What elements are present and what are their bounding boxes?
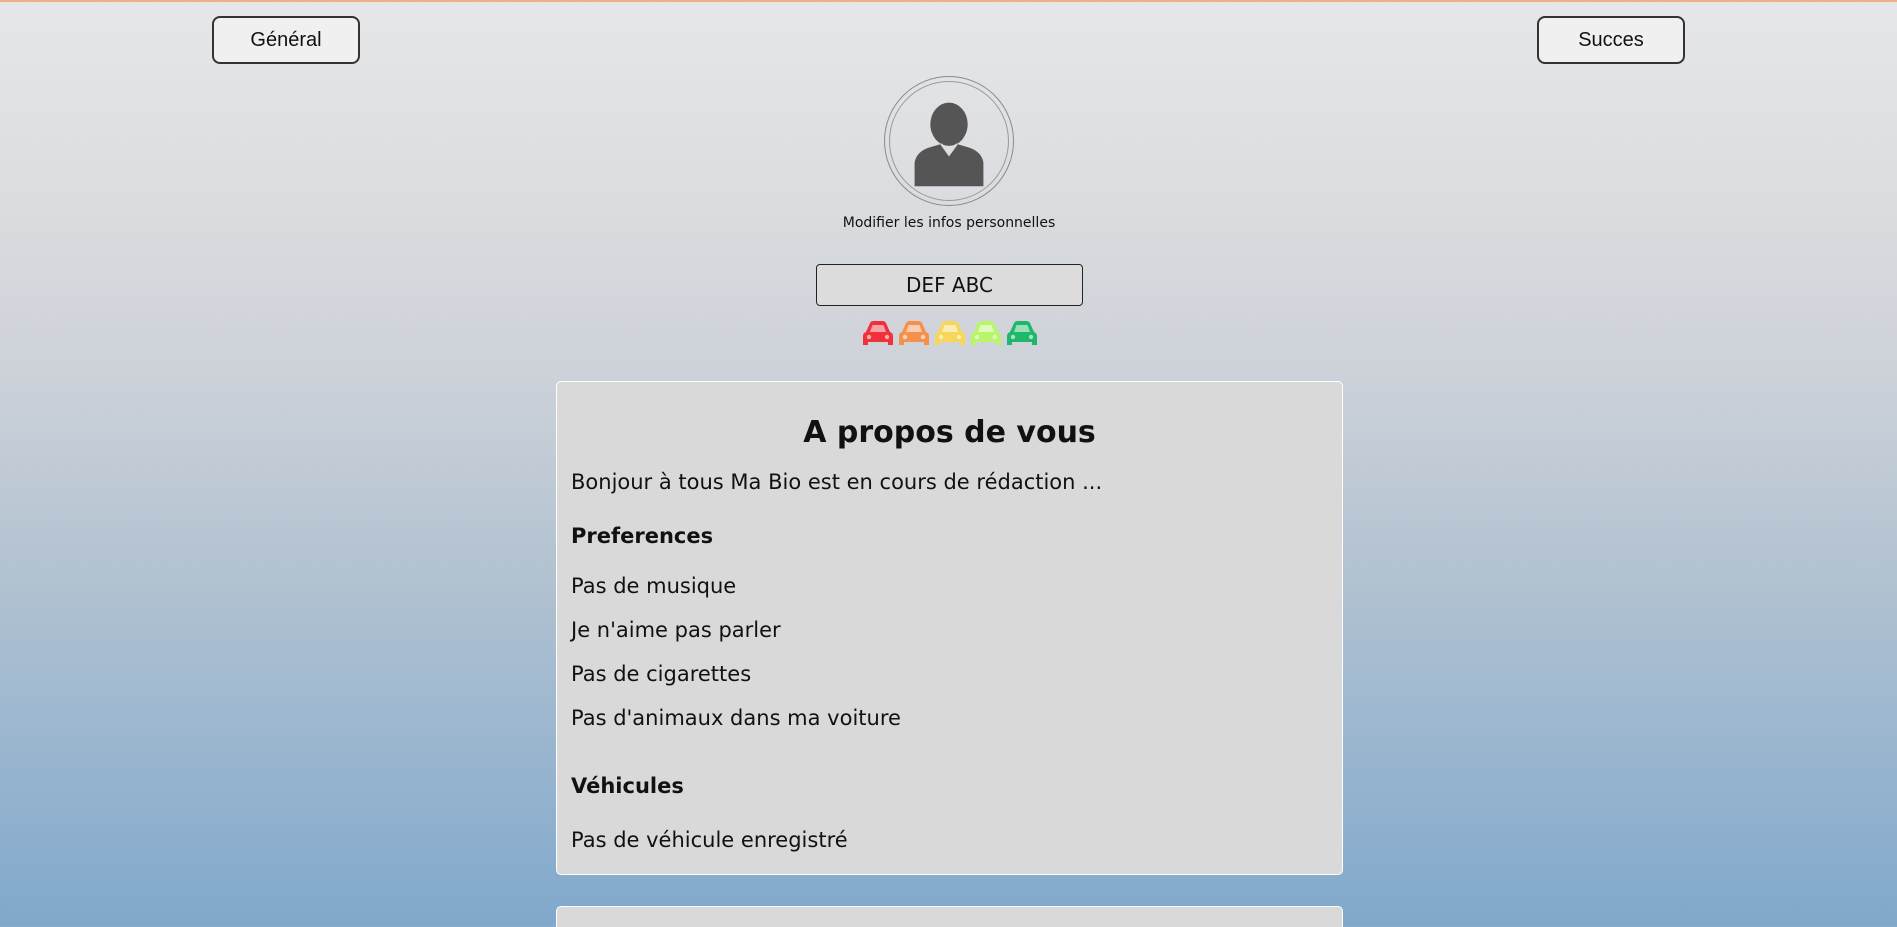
preferences-list: Pas de musique Je n'aime pas parler Pas … — [571, 574, 1328, 750]
car-icon — [899, 321, 929, 345]
avatar[interactable] — [884, 76, 1014, 206]
user-name: DEF ABC — [816, 264, 1083, 306]
edit-personal-info-link[interactable]: Modifier les infos personnelles — [799, 215, 1099, 231]
about-card: A propos de vous Bonjour à tous Ma Bio e… — [556, 381, 1343, 875]
user-silhouette-icon — [889, 81, 1009, 201]
list-item: Pas de cigarettes — [571, 662, 752, 686]
car-icon — [863, 321, 893, 345]
succes-button[interactable]: Succes — [1537, 16, 1685, 64]
list-item: Je n'aime pas parler — [571, 618, 781, 642]
vehicles-list: Pas de véhicule enregistré — [571, 828, 1328, 852]
list-item: Pas de musique — [571, 574, 737, 598]
secondary-card — [556, 906, 1343, 927]
preferences-title: Preferences — [571, 524, 714, 548]
car-icon — [935, 321, 965, 345]
bio-text: Bonjour à tous Ma Bio est en cours de ré… — [571, 470, 1103, 494]
about-title: A propos de vous — [803, 415, 1096, 450]
list-item: Pas de véhicule enregistré — [571, 828, 848, 852]
car-icon — [971, 321, 1001, 345]
general-button[interactable]: Général — [212, 16, 360, 64]
car-icon — [1007, 321, 1037, 345]
list-item: Pas d'animaux dans ma voiture — [571, 706, 901, 730]
vehicles-title: Véhicules — [571, 774, 684, 798]
rating — [860, 316, 1040, 350]
